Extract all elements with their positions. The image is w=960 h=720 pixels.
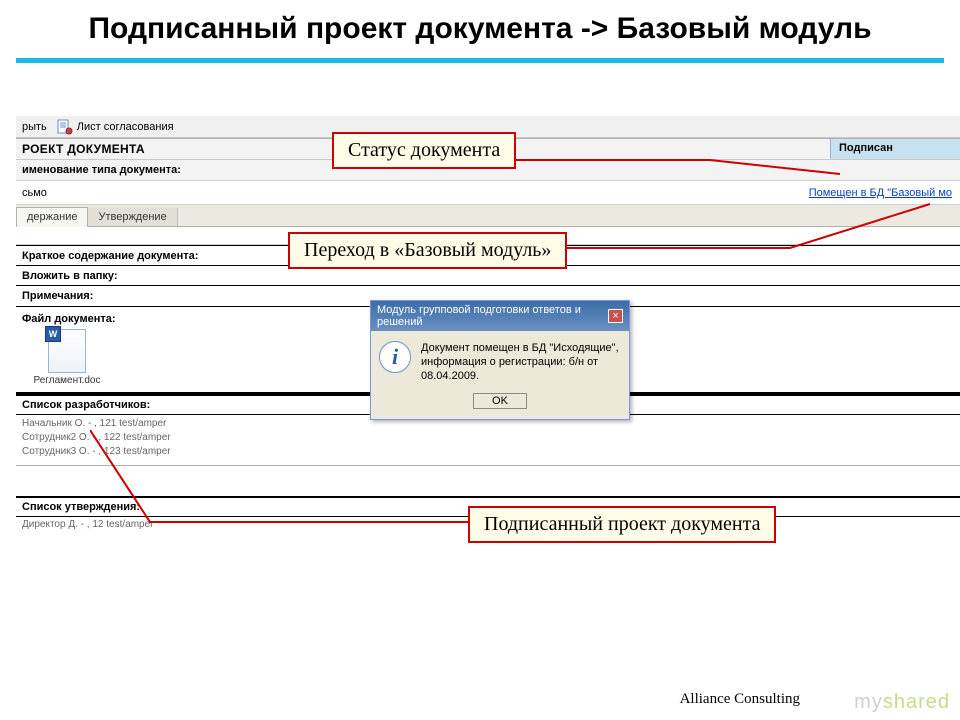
folder-label: Вложить в папку:: [16, 267, 226, 285]
list-item: Сотрудник3 О. - , 123 test/amper: [22, 445, 954, 459]
callout-goto-base: Переход в «Базовый модуль»: [288, 232, 567, 269]
footer-brand: Alliance Consulting: [680, 691, 800, 708]
close-icon[interactable]: ×: [608, 309, 623, 323]
watermark: myshared: [854, 691, 950, 714]
callout-signed: Подписанный проект документа: [468, 506, 776, 543]
separator: [16, 58, 944, 63]
info-icon: i: [379, 341, 411, 373]
summary-label: Краткое содержание документа:: [16, 247, 226, 265]
base-module-link[interactable]: Помещен в БД "Базовый мо: [801, 184, 960, 202]
tab-content[interactable]: держание: [16, 207, 88, 227]
folder-value[interactable]: [226, 273, 960, 279]
notes-label: Примечания:: [16, 287, 226, 305]
ok-button[interactable]: OK: [473, 393, 527, 409]
word-doc-icon: [48, 329, 86, 373]
file-name: Регламент.doc: [22, 375, 112, 386]
tab-approval[interactable]: Утверждение: [88, 208, 177, 226]
dialog-message: Документ помещен в БД "Исходящие", инфор…: [421, 341, 621, 383]
file-attachment[interactable]: Регламент.doc: [22, 329, 112, 386]
notes-value[interactable]: [226, 293, 960, 299]
info-dialog: Модуль групповой подготовки ответов и ре…: [370, 300, 630, 420]
toolbar-approval-sheet[interactable]: Лист согласования: [77, 121, 174, 133]
approval-sheet-icon[interactable]: [57, 119, 73, 135]
tabs: держание Утверждение: [16, 205, 960, 227]
doc-type-value: сьмо: [16, 184, 801, 202]
dialog-title: Модуль групповой подготовки ответов и ре…: [377, 304, 608, 328]
list-item: Сотрудник2 О. - , 122 test/amper: [22, 431, 954, 445]
document-status: Подписан: [830, 139, 960, 159]
toolbar-open-label[interactable]: рыть: [22, 121, 47, 133]
developers-list: Начальник О. - , 121 test/amper Сотрудни…: [16, 415, 960, 466]
slide-title: Подписанный проект документа -> Базовый …: [0, 0, 960, 54]
callout-status: Статус документа: [332, 132, 516, 169]
